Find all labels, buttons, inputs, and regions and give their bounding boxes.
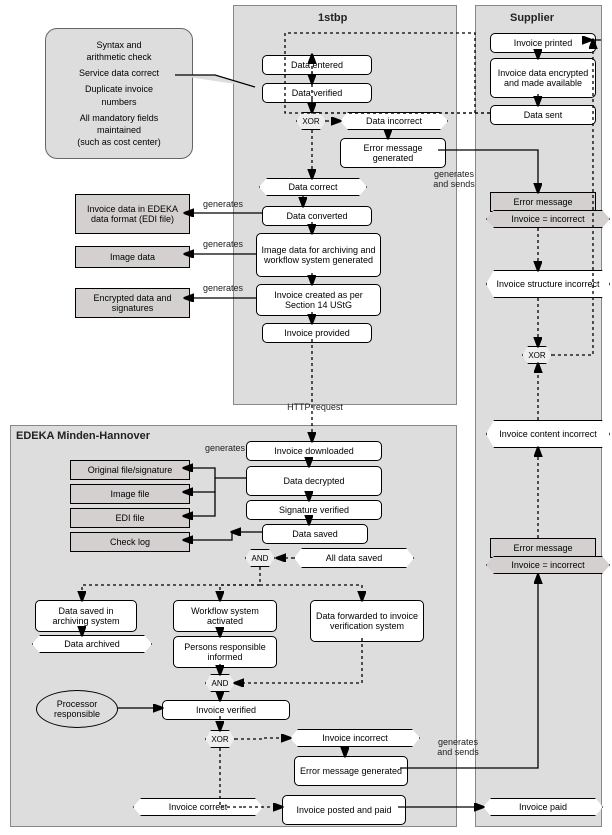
lbl-generates-4: generates	[200, 444, 250, 454]
obj-image-data: Image data	[75, 246, 190, 268]
callout-line: Service data correct	[79, 68, 159, 78]
obj-error-message-sup: Error message	[490, 192, 596, 212]
ev-data-archived: Data archived	[32, 635, 152, 653]
lbl-generates-2: generates	[198, 240, 248, 250]
ev-data-incorrect: Data incorrect	[340, 112, 448, 130]
op-xor-1: XOR	[296, 112, 326, 130]
ev-all-data-saved: All data saved	[294, 548, 414, 568]
proc-responsible: Processor responsible	[36, 690, 118, 728]
lane-title-edeka: EDEKA Minden-Hannover	[16, 430, 150, 442]
fn-data-sent: Data sent	[490, 105, 596, 125]
op-xor-edeka: XOR	[205, 730, 235, 748]
lbl-gensends-2: generates and sends	[430, 738, 486, 758]
ev-invoice-incorrect-sup: Invoice = incorrect	[486, 210, 610, 228]
fn-err-gen-2: Error message generated	[294, 756, 408, 786]
fn-data-converted: Data converted	[262, 206, 372, 226]
ev-structure-incorrect: Invoice structure incorrect	[486, 270, 610, 298]
lbl-generates-3: generates	[198, 284, 248, 294]
fn-persons-informed: Persons responsible informed	[173, 636, 277, 668]
callout-line: Syntax and	[96, 40, 141, 50]
fn-invoice-printed: Invoice printed	[490, 33, 596, 53]
ev-data-correct: Data correct	[259, 178, 367, 196]
ev-invoice-incorrect-edeka: Invoice incorrect	[290, 729, 420, 747]
callout-line: maintained	[97, 125, 141, 135]
obj-check-log: Check log	[70, 532, 190, 552]
fn-invoice-verified: Invoice verified	[162, 700, 290, 720]
callout-line: Duplicate invoice	[85, 84, 153, 94]
annotation-callout: Syntax and arithmetic check Service data…	[45, 28, 193, 159]
ev-invoice-correct: Invoice correct	[133, 798, 263, 816]
fn-error-generated: Error message generated	[340, 138, 446, 168]
diagram-stage: 1stbp Supplier EDEKA Minden-Hannover Syn…	[0, 0, 612, 835]
fn-image-data-gen: Image data for archiving and workflow sy…	[256, 233, 381, 277]
callout-line: (such as cost center)	[77, 137, 161, 147]
fn-data-decrypted: Data decrypted	[246, 466, 382, 496]
obj-original-file: Original file/signature	[70, 460, 190, 480]
lane-title-supplier: Supplier	[510, 12, 554, 24]
fn-invoice-encrypted: Invoice data encrypted and made availabl…	[490, 58, 596, 98]
lbl-http-request: HTTP request	[275, 403, 355, 413]
fn-signature-verified: Signature verified	[246, 500, 382, 520]
lbl-gensends-1: generates and sends	[426, 170, 482, 190]
lbl-generates-1: generates	[198, 200, 248, 210]
obj-encrypted: Encrypted data and signatures	[75, 288, 190, 318]
callout-line: numbers	[101, 97, 136, 107]
fn-invoice-posted: Invoice posted and paid	[282, 795, 406, 825]
fn-invoice-created: Invoice created as per Section 14 UStG	[256, 284, 381, 316]
callout-line: All mandatory fields	[80, 113, 159, 123]
op-and-1: AND	[245, 549, 275, 567]
obj-image-file: Image file	[70, 484, 190, 504]
fn-data-verified: Data verified	[262, 83, 372, 103]
lane-supplier	[475, 5, 602, 827]
fn-invoice-provided: Invoice provided	[262, 323, 372, 343]
fn-archive-saved: Data saved in archiving system	[35, 600, 137, 632]
ev-invoice-paid: Invoice paid	[483, 798, 603, 816]
fn-workflow-activated: Workflow system activated	[173, 600, 277, 632]
ev-invoice-incorrect-2: Invoice = incorrect	[486, 556, 610, 574]
ev-content-incorrect: Invoice content incorrect	[486, 420, 610, 448]
fn-data-saved: Data saved	[262, 524, 368, 544]
obj-edi-file-2: EDI file	[70, 508, 190, 528]
op-and-2: AND	[205, 674, 235, 692]
fn-data-entered: Data entered	[262, 55, 372, 75]
op-xor-supplier: XOR	[522, 346, 552, 364]
lane-title-1stbp: 1stbp	[318, 12, 347, 24]
obj-edi-file: Invoice data in EDEKA data format (EDI f…	[75, 194, 190, 234]
obj-error-message-2: Error message	[490, 538, 596, 558]
fn-data-forwarded: Data forwarded to invoice verification s…	[310, 600, 424, 642]
callout-line: arithmetic check	[86, 52, 151, 62]
fn-invoice-downloaded: Invoice downloaded	[246, 441, 382, 461]
